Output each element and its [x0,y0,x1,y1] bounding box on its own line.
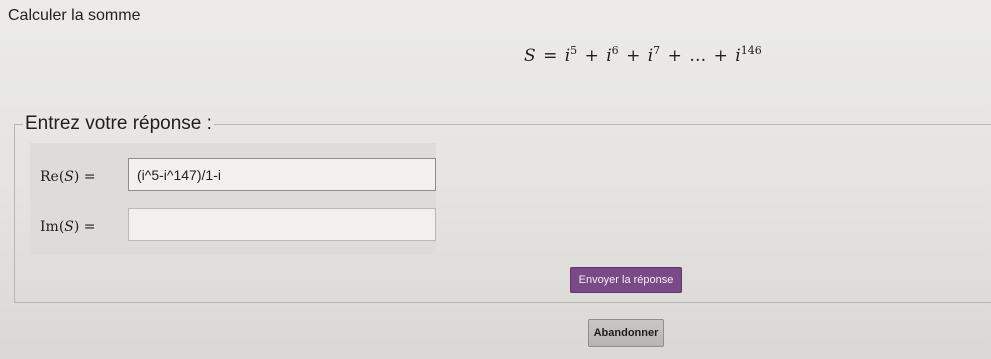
submit-answer-button[interactable]: Envoyer la réponse [570,267,682,293]
formula-plus: + [713,46,728,66]
formula-ellipsis: … [689,46,707,66]
formula-plus: + [667,46,682,66]
sum-formula: S = i5 + i6 + i7 + … + i146 [524,44,762,66]
formula-term: i6 [606,44,619,66]
abandon-button[interactable]: Abandonner [588,319,664,347]
formula-term: i146 [735,44,762,66]
formula-term: i5 [564,44,578,66]
re-label: Re(S) = [40,169,96,185]
formula-term: i7 [647,44,661,66]
answer-legend: Entrez votre réponse : [25,113,212,134]
formula-lhs: S [524,46,536,66]
formula-plus: + [584,46,599,66]
formula-equals: = [543,46,558,66]
problem-title: Calculer la somme [8,7,141,24]
formula-plus: + [626,46,641,66]
re-input[interactable] [128,158,436,191]
im-label: Im(S) = [40,219,96,235]
im-input[interactable] [128,208,436,241]
